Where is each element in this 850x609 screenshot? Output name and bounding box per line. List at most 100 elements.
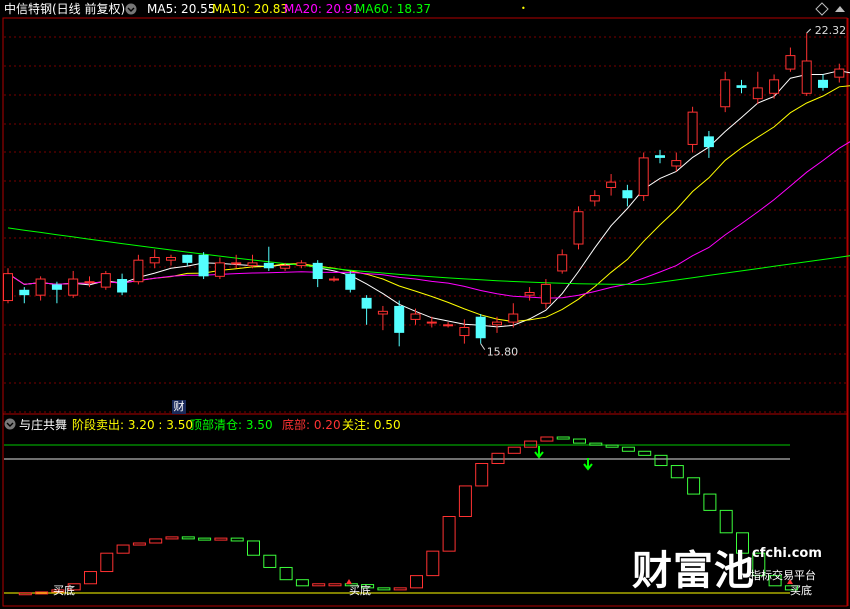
candle-body[interactable] [459, 326, 470, 337]
osc-bar[interactable] [263, 554, 277, 568]
candle-body[interactable] [426, 321, 437, 324]
candle-body[interactable] [35, 278, 46, 296]
candle-body[interactable] [606, 181, 617, 189]
candle-body[interactable] [752, 87, 763, 100]
osc-bar[interactable] [426, 550, 440, 577]
candle-body[interactable] [149, 256, 160, 264]
osc-bar[interactable] [605, 444, 619, 448]
osc-bar[interactable] [279, 566, 293, 581]
osc-bar[interactable] [458, 485, 472, 517]
osc-bar[interactable] [719, 509, 733, 534]
candle-body[interactable] [182, 254, 193, 263]
collapse-icon[interactable] [835, 6, 845, 12]
candle-body[interactable] [557, 254, 568, 272]
candle-body[interactable] [329, 278, 339, 281]
candle-body[interactable] [524, 291, 535, 296]
candle-body[interactable] [394, 305, 405, 333]
osc-bar[interactable] [393, 587, 407, 591]
osc-bar[interactable] [621, 446, 635, 452]
candle-body[interactable] [117, 279, 128, 293]
osc-bar[interactable] [540, 436, 554, 442]
osc-bar[interactable] [116, 544, 130, 554]
finance-badge[interactable]: 财 [172, 400, 186, 414]
candle-body[interactable] [345, 273, 356, 290]
osc-bar[interactable] [18, 592, 32, 596]
osc-bar[interactable] [410, 575, 423, 589]
osc-bar[interactable] [84, 571, 97, 585]
candle-body[interactable] [19, 289, 30, 296]
candle-body[interactable] [687, 111, 698, 145]
osc-bar[interactable] [703, 493, 717, 511]
candle-body[interactable] [361, 297, 372, 309]
candle-body[interactable] [655, 155, 665, 158]
candle-body[interactable] [736, 85, 747, 88]
candle-body[interactable] [377, 310, 388, 315]
osc-bar[interactable] [149, 538, 163, 544]
candle-body[interactable] [508, 313, 519, 323]
candle-body[interactable] [100, 273, 111, 288]
candle-body[interactable] [818, 79, 828, 88]
dropdown-chevron-icon[interactable] [125, 3, 137, 15]
osc-bar[interactable] [687, 477, 701, 495]
candle-body[interactable] [312, 262, 323, 280]
candle-body[interactable] [801, 60, 812, 94]
stock-title[interactable]: 中信特钢(日线 前复权) [4, 1, 125, 16]
osc-bar[interactable] [165, 536, 179, 540]
candle-body[interactable] [166, 256, 176, 261]
osc-bar[interactable] [198, 537, 212, 541]
osc-bar[interactable] [377, 587, 391, 591]
candle-body[interactable] [84, 281, 95, 284]
osc-bar[interactable] [100, 552, 114, 573]
candle-body[interactable] [622, 190, 633, 199]
candle-body[interactable] [296, 262, 307, 267]
chart-canvas[interactable]: 22.3215.80 买底 买底 买底 中信特钢(日线 前复权) MA5: 20.5… [0, 0, 850, 609]
osc-bar[interactable] [214, 537, 228, 541]
osc-bar[interactable] [230, 537, 244, 542]
candle-body[interactable] [231, 262, 242, 265]
indicator-chevron-icon[interactable] [4, 418, 16, 430]
candle-body[interactable] [3, 273, 13, 302]
candle-body[interactable] [475, 316, 486, 339]
candle-body[interactable] [785, 55, 796, 70]
candle-body[interactable] [68, 278, 79, 296]
osc-bar[interactable] [507, 446, 521, 454]
candle-body[interactable] [214, 262, 225, 277]
osc-bar[interactable] [589, 442, 603, 446]
candle-body[interactable] [133, 259, 144, 283]
osc-bar[interactable] [556, 436, 570, 440]
candle-body[interactable] [410, 313, 421, 320]
candle-body[interactable] [198, 254, 209, 277]
diamond-icon[interactable] [815, 2, 829, 16]
candle-body[interactable] [573, 211, 584, 245]
osc-bar[interactable] [524, 440, 538, 448]
osc-bar[interactable] [573, 438, 586, 444]
osc-bar[interactable] [181, 536, 195, 540]
osc-bar[interactable] [328, 583, 342, 587]
osc-bar[interactable] [670, 465, 684, 479]
osc-bar[interactable] [491, 452, 505, 464]
osc-bar[interactable] [638, 450, 652, 456]
candle-body[interactable] [540, 283, 551, 304]
candle-body[interactable] [638, 157, 649, 197]
candlestick-series[interactable] [3, 33, 850, 347]
candle-body[interactable] [834, 68, 845, 78]
candle-body[interactable] [769, 79, 780, 94]
candle-body[interactable] [671, 160, 682, 167]
candle-body[interactable] [51, 284, 62, 290]
osc-bar[interactable] [475, 463, 489, 487]
osc-bar[interactable] [654, 454, 668, 467]
candle-body[interactable] [492, 321, 502, 326]
candle-body[interactable] [589, 195, 600, 202]
osc-bar[interactable] [295, 579, 309, 587]
osc-bar[interactable] [442, 516, 456, 552]
candle-body[interactable] [720, 79, 731, 108]
candle-body[interactable] [263, 262, 274, 269]
osc-bar[interactable] [312, 583, 326, 587]
candle-body[interactable] [443, 324, 454, 327]
osc-bar[interactable] [132, 542, 146, 546]
candle-body[interactable] [280, 265, 291, 269]
osc-bar[interactable] [247, 540, 260, 556]
indicator-title[interactable]: 与庄共舞 [19, 417, 67, 432]
candle-body[interactable] [703, 136, 714, 148]
candle-body[interactable] [247, 262, 258, 267]
